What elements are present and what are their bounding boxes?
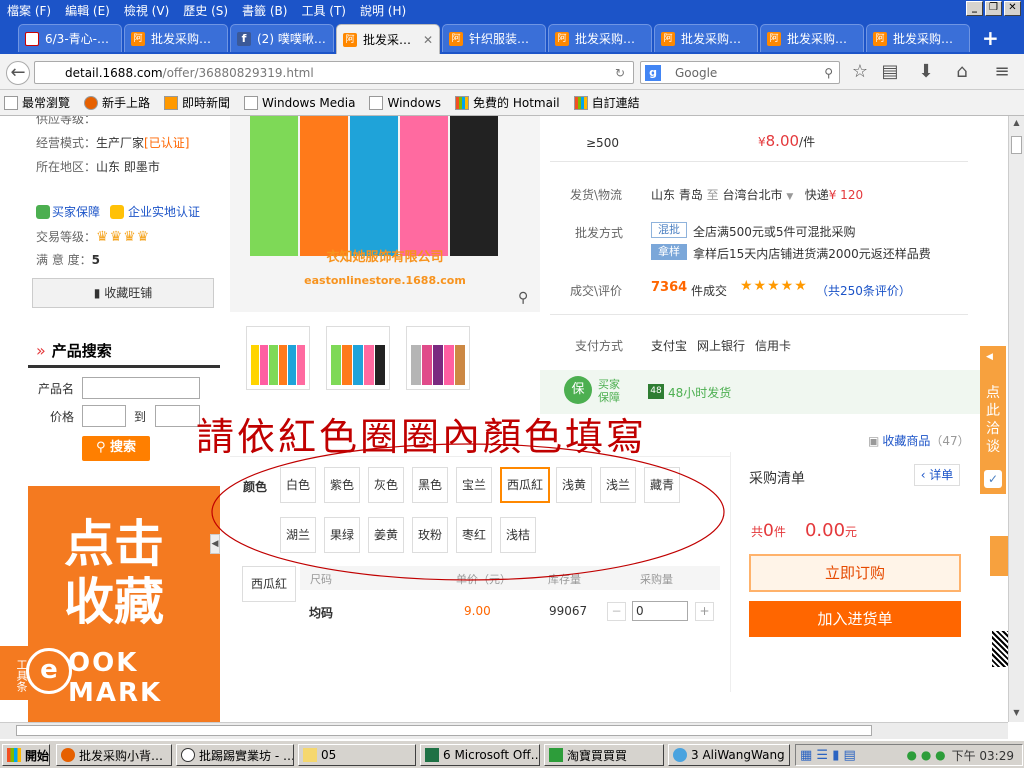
tab-facebook[interactable]: f (2) 噗噗啾…	[230, 24, 334, 52]
aliwangwang-icon	[673, 748, 687, 762]
vertical-scrollbar[interactable]: ▲ ▼	[1008, 116, 1024, 722]
google-icon: g	[645, 64, 661, 81]
bookmarks-menu-icon[interactable]: ▤	[878, 61, 902, 85]
clock: 下午 03:29	[951, 748, 1014, 763]
search-icon[interactable]: ⚲	[824, 66, 833, 80]
tab-1688[interactable]: 阿针织服装…	[442, 24, 546, 52]
windows-icon	[573, 95, 588, 110]
windows-icon	[455, 95, 470, 110]
ime-icon[interactable]: ▦ ☰ ▮ ▤	[796, 748, 856, 763]
gmail-icon	[25, 31, 39, 46]
menu-history[interactable]: 歷史 (S)	[176, 2, 235, 19]
excel-icon	[425, 748, 439, 762]
bookmark-windows-media[interactable]: Windows Media	[244, 95, 355, 110]
bookmark-hotmail[interactable]: 免費的 Hotmail	[455, 94, 560, 111]
horizontal-scroll-thumb[interactable]	[16, 725, 872, 736]
facebook-icon: f	[237, 31, 251, 46]
page-icon	[369, 95, 384, 110]
minimize-button[interactable]: _	[966, 1, 983, 16]
start-button[interactable]: 開始	[2, 744, 50, 766]
page-icon	[244, 95, 259, 110]
1688-icon: 阿	[131, 31, 145, 46]
scroll-up-icon[interactable]: ▲	[1011, 118, 1022, 130]
home-icon[interactable]: ⌂	[950, 61, 974, 85]
1688-icon: 阿	[449, 31, 463, 46]
tab-1688[interactable]: 阿批发采购…	[124, 24, 228, 52]
1688-icon: 阿	[555, 31, 569, 46]
url-path: /offer/36880829319.html	[162, 65, 314, 80]
menu-icon[interactable]: ≡	[990, 61, 1014, 85]
1688-icon: 阿	[661, 31, 675, 46]
download-icon[interactable]: ⬇	[914, 61, 938, 85]
bookmark-custom-links[interactable]: 自訂連結	[573, 94, 640, 111]
scroll-down-icon[interactable]: ▼	[1011, 708, 1022, 720]
tab-1688[interactable]: 阿批发采购…	[760, 24, 864, 52]
folder-icon	[303, 748, 317, 762]
close-button[interactable]: ✕	[1004, 1, 1021, 16]
taskbar-item-firefox[interactable]: 批发采购小背…	[56, 744, 172, 766]
annotation-text: 請依紅色圈圈內顏色填寫	[196, 415, 648, 459]
system-tray: ▦ ☰ ▮ ▤ ● ● ● 下午 03:29	[795, 744, 1023, 766]
menu-tools[interactable]: 工具 (T)	[294, 2, 353, 19]
tray-icons[interactable]: ● ● ●	[907, 748, 946, 762]
vertical-scroll-thumb[interactable]	[1011, 136, 1022, 154]
bookmark-icon	[4, 95, 18, 110]
chat-icon	[549, 748, 563, 762]
firefox-icon	[84, 95, 99, 110]
bookmark-getting-started[interactable]: 新手上路	[84, 94, 150, 111]
tab-1688[interactable]: 阿批发采购…	[654, 24, 758, 52]
firefox-icon	[61, 748, 75, 762]
menu-help[interactable]: 說明 (H)	[353, 2, 413, 19]
taskbar-item-aliwangwang[interactable]: 3 AliWangWang	[668, 744, 790, 766]
taskbar-item-office[interactable]: 6 Microsoft Off…	[420, 744, 540, 766]
menu-bar: 檔案 (F) 編輯 (E) 檢視 (V) 歷史 (S) 書籤 (B) 工具 (T…	[0, 0, 1024, 20]
rss-icon	[164, 95, 179, 110]
menu-edit[interactable]: 編輯 (E)	[58, 2, 117, 19]
windows-icon	[7, 748, 21, 762]
terminal-icon	[181, 748, 195, 762]
new-tab-button[interactable]: +	[982, 26, 999, 50]
reload-icon[interactable]: ↻	[615, 66, 625, 80]
maximize-button[interactable]: ❐	[985, 1, 1002, 16]
window-controls: _ ❐ ✕	[966, 1, 1021, 16]
url-host: detail.1688.com	[65, 65, 163, 80]
menu-view[interactable]: 檢視 (V)	[117, 2, 176, 19]
tab-close-icon[interactable]: ✕	[423, 33, 433, 47]
tab-bar: 6/3-青心-… 阿批发采购… f (2) 噗噗啾… 阿批发采… ✕ 阿针织服装… …	[0, 20, 1024, 54]
tab-1688[interactable]: 阿批发采购…	[548, 24, 652, 52]
1688-icon: 阿	[873, 31, 887, 46]
1688-icon: 阿	[343, 32, 357, 47]
bookmarks-bar: 最常瀏覽 新手上路 即時新聞 Windows Media Windows 免費的…	[0, 90, 1024, 116]
search-box[interactable]: g Google ⚲	[640, 61, 840, 84]
bookmark-star-icon[interactable]: ☆	[848, 61, 872, 85]
taskbar-item-folder[interactable]: 05	[298, 744, 416, 766]
taskbar-item-taobao[interactable]: 淘寶買買買	[544, 744, 664, 766]
url-bar[interactable]: detail.1688.com/offer/36880829319.html ↻	[34, 61, 634, 84]
tab-1688[interactable]: 阿批发采购…	[866, 24, 970, 52]
bookmark-windows[interactable]: Windows	[369, 95, 441, 110]
annotation-ellipse	[211, 443, 725, 581]
taskbar: 開始 批发采购小背… 批踢踢實業坊 - … 05 6 Microsoft Off…	[0, 739, 1024, 768]
tab-active[interactable]: 阿批发采… ✕	[336, 24, 440, 54]
bookmark-most-visited[interactable]: 最常瀏覽	[4, 94, 70, 111]
1688-icon: 阿	[767, 31, 781, 46]
menu-bookmarks[interactable]: 書籤 (B)	[235, 2, 294, 19]
page-content: 供应等级： 经营模式：生产厂家[已认证] 所在地区：山东 即墨市 买家保障 企业…	[0, 116, 1008, 722]
back-button[interactable]: ←	[6, 61, 30, 85]
menu-file[interactable]: 檔案 (F)	[0, 2, 58, 19]
tab-gmail[interactable]: 6/3-青心-…	[18, 24, 122, 52]
search-placeholder: Google	[675, 65, 718, 80]
taskbar-item-ptt[interactable]: 批踢踢實業坊 - …	[176, 744, 294, 766]
bookmark-news[interactable]: 即時新聞	[164, 94, 230, 111]
